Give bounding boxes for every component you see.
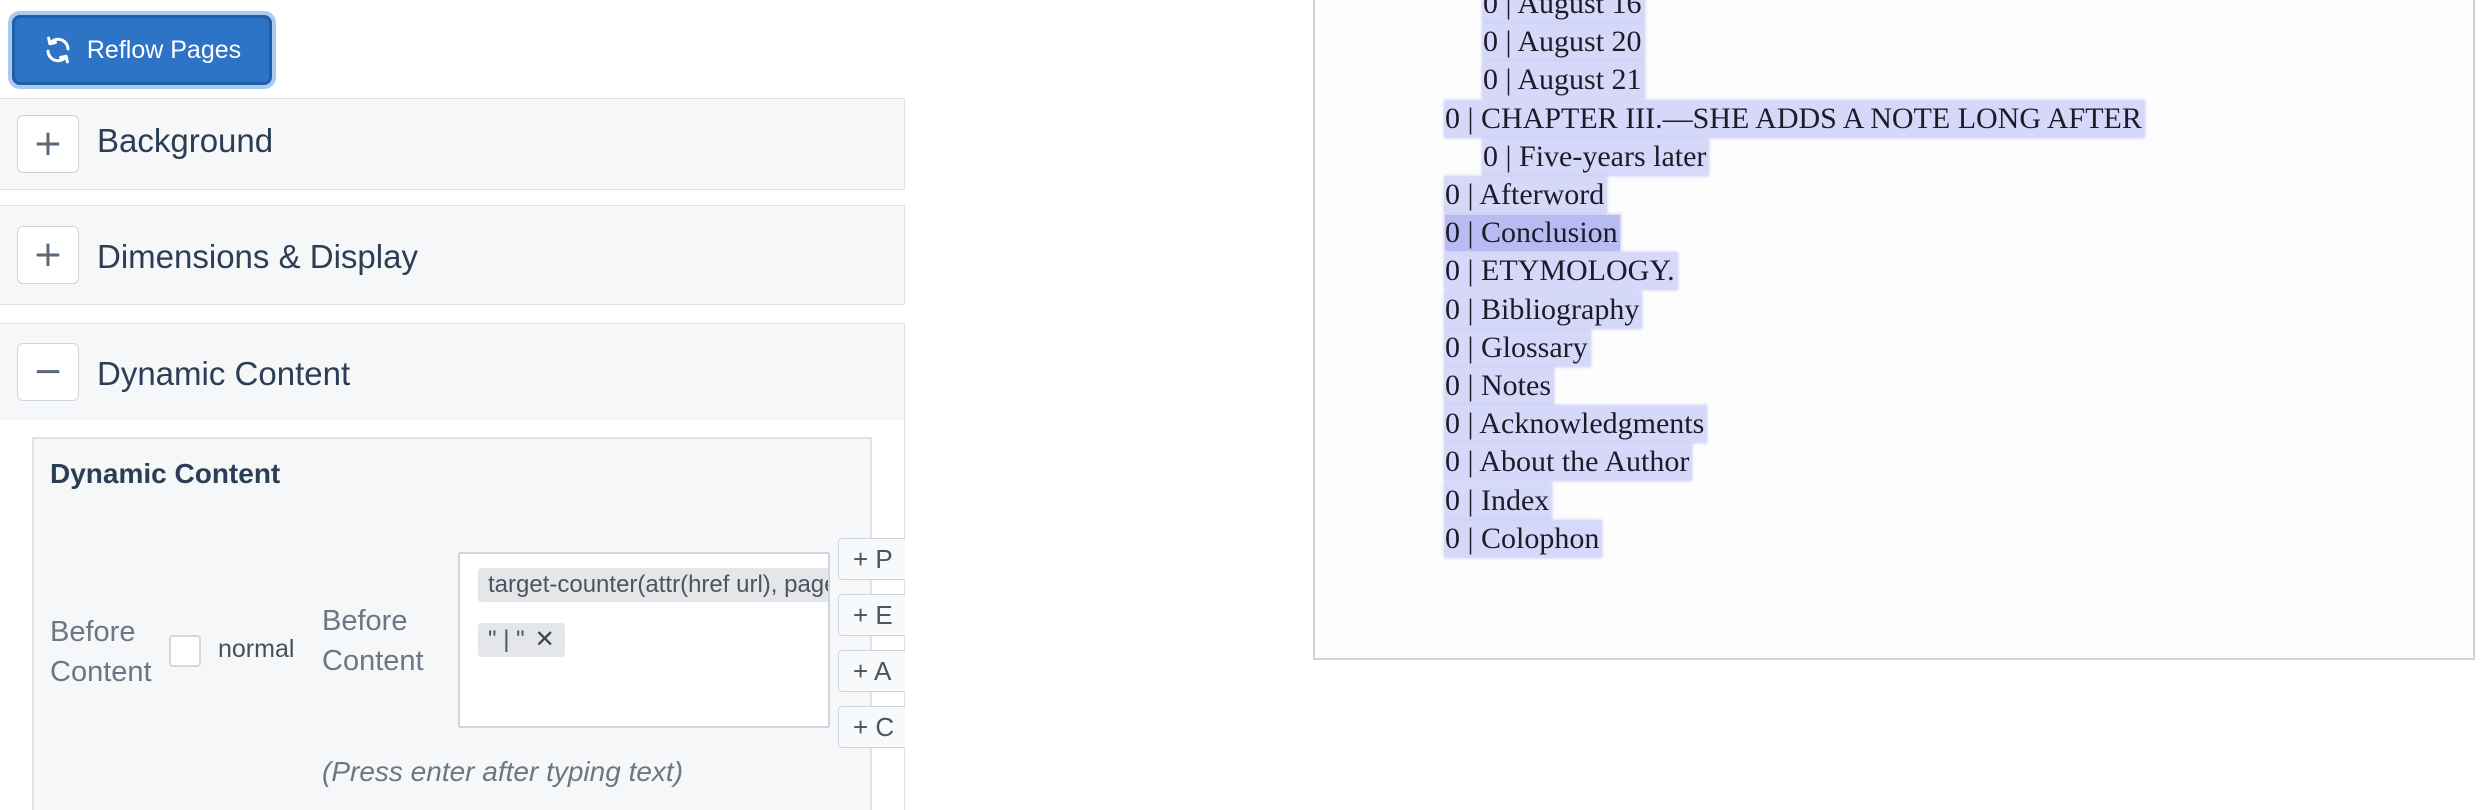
reflow-pages-label: Reflow Pages [86, 35, 242, 64]
background-expand-button[interactable]: + [17, 115, 79, 173]
normal-checkbox[interactable] [169, 635, 201, 667]
plus-icon: + [32, 123, 64, 164]
dynamic-content-heading: Dynamic Content [50, 458, 281, 489]
toc-entry[interactable]: 0 | Glossary [1445, 329, 1590, 366]
toc-entry[interactable]: 0 | Notes [1445, 368, 1553, 404]
before-content-tag-input[interactable]: target-counter(attr(href url), page)✕ " … [458, 552, 830, 728]
toc-entry[interactable]: 0 | Colophon [1445, 520, 1602, 557]
add-content-buttons: + P + E + A + C [838, 532, 905, 752]
before-content-label: Before Content [50, 616, 152, 688]
toc-entry[interactable]: 0 | Afterword [1445, 177, 1607, 213]
toc-entry[interactable]: 0 | August 21 [1483, 62, 1644, 99]
press-enter-hint: (Press enter after typing text) [322, 756, 684, 787]
reflow-pages-button[interactable]: Reflow Pages [12, 15, 272, 85]
normal-checkbox-label: normal [218, 635, 295, 663]
tag-separator: " | " ✕ [478, 623, 565, 657]
toc-entry[interactable]: 0 | August 16 [1483, 0, 1644, 22]
add-c-button[interactable]: + C [838, 706, 905, 748]
toc-entry[interactable]: 0 | August 20 [1483, 24, 1644, 61]
tag-target-counter: target-counter(attr(href url), page)✕ [478, 568, 828, 602]
dynamic-content-collapse-button[interactable]: − [17, 343, 79, 401]
before-content-field-label: Before Content [322, 605, 424, 677]
dynamic-content-section-title[interactable]: Dynamic Content [97, 355, 350, 393]
add-a-button[interactable]: + A [838, 650, 905, 692]
dimensions-section-title[interactable]: Dimensions & Display [97, 238, 418, 276]
toc-entry[interactable]: 0 | Conclusion [1445, 215, 1620, 252]
plus-icon: + [32, 234, 64, 275]
toc-entry[interactable]: 0 | About the Author [1445, 444, 1692, 481]
minus-icon: − [32, 351, 64, 392]
add-p-button[interactable]: + P [838, 538, 905, 580]
dimensions-expand-button[interactable]: + [17, 226, 79, 284]
remove-tag-icon[interactable]: ✕ [535, 626, 555, 653]
toc-entry[interactable]: 0 | CHAPTER III.—SHE ADDS A NOTE LONG AF… [1445, 100, 2144, 137]
toc-entry[interactable]: 0 | Five-years later [1483, 138, 1709, 175]
toc-entry[interactable]: 0 | Bibliography [1445, 291, 1642, 328]
add-e-button[interactable]: + E [838, 594, 905, 636]
background-section-title[interactable]: Background [97, 122, 273, 160]
toc-entry[interactable]: 0 | Acknowledgments [1445, 406, 1707, 443]
toc-entry[interactable]: 0 | Index [1445, 482, 1552, 519]
toc-entry[interactable]: 0 | ETYMOLOGY. [1445, 253, 1677, 290]
refresh-icon [46, 36, 70, 64]
